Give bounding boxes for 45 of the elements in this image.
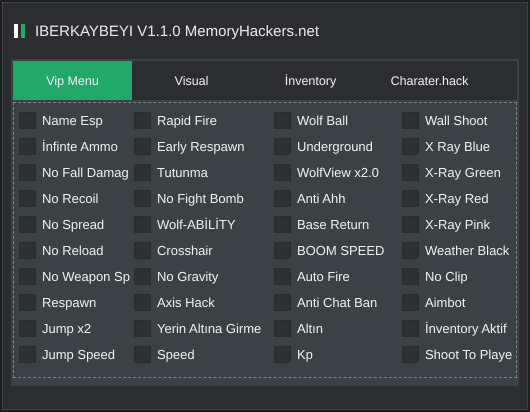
checkbox-label: Kp <box>297 346 313 362</box>
checkbox-label: Underground <box>297 138 373 154</box>
checkbox-label: Crosshair <box>157 242 213 258</box>
checkbox-label: No Clip <box>425 268 468 284</box>
tab[interactable]: Visual <box>132 61 251 100</box>
checkbox-label: Shoot To Playe <box>425 346 512 362</box>
tab[interactable]: Charater.hack <box>370 61 489 100</box>
tab[interactable]: İnventory <box>251 61 370 100</box>
checkbox-label: No Reload <box>42 242 104 258</box>
checkbox-label: X Ray Blue <box>425 138 490 154</box>
checkbox-label: Respawn <box>42 294 96 310</box>
checkbox-label: Auto Fire <box>297 268 350 284</box>
checkbox-label: Aimbot <box>425 294 466 310</box>
checkbox-label: Yerin Altına Girme <box>157 320 262 336</box>
checkbox-label: X-Ray Red <box>425 190 489 206</box>
checkbox-label: İnfinte Ammo <box>42 138 118 154</box>
checkbox-label: WolfView x2.0 <box>297 164 379 180</box>
window-title: IBERKAYBEYI V1.1.0 MemoryHackers.net <box>35 22 319 40</box>
checkbox-label: İnventory Aktif <box>425 320 507 336</box>
checkbox-label: Speed <box>157 346 195 362</box>
checkbox-label: Wall Shoot <box>425 112 488 128</box>
checkbox-label: Jump Speed <box>42 346 115 362</box>
checkbox-label: No Fall Damag <box>42 164 129 180</box>
logo-icon <box>14 24 27 38</box>
checkbox-label: Rapid Fire <box>157 112 217 128</box>
checkbox-label: No Recoil <box>42 190 98 206</box>
checkbox-label: No Fight Bomb <box>157 190 244 206</box>
checkbox-label: No Weapon Sp <box>42 268 130 284</box>
checkbox-label: BOOM SPEED <box>297 242 384 258</box>
checkbox-label: Name Esp <box>42 112 103 128</box>
checkbox-label: Wolf-ABİLİTY <box>157 216 236 232</box>
checkbox-label: Anti Ahh <box>297 190 346 206</box>
checkbox-label: Anti Chat Ban <box>297 294 378 310</box>
checkbox-label: X-Ray Green <box>425 164 501 180</box>
checkbox-label: Axis Hack <box>157 294 215 310</box>
checkbox-label: Base Return <box>297 216 370 232</box>
checkbox-label: Tutunma <box>157 164 208 180</box>
checkbox-label: Wolf Ball <box>297 112 348 128</box>
checkbox-label: Altın <box>297 320 324 336</box>
checkbox-label: Weather Black <box>425 242 510 258</box>
checkbox-label: Early Respawn <box>157 138 244 154</box>
checkbox-label: No Gravity <box>157 268 218 284</box>
checkbox-label: Jump x2 <box>42 320 92 336</box>
checkbox-label: X-Ray Pink <box>425 216 490 232</box>
checkbox-label: No Spread <box>42 216 104 232</box>
